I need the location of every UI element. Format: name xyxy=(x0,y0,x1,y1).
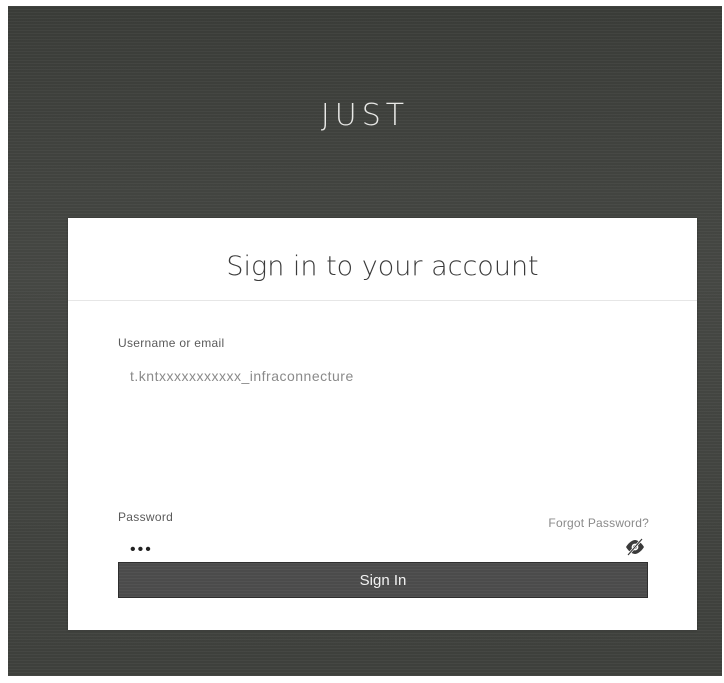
forgot-password-link[interactable]: Forgot Password? xyxy=(548,516,649,530)
password-input[interactable] xyxy=(118,536,648,564)
username-label: Username or email xyxy=(118,336,225,350)
eye-slash-icon xyxy=(626,538,644,556)
login-title: Sign in to your account xyxy=(226,250,539,282)
username-input[interactable] xyxy=(118,362,648,390)
sign-in-button[interactable]: Sign In xyxy=(118,562,648,598)
password-visibility-toggle[interactable] xyxy=(624,536,646,558)
brand-logo: JUST xyxy=(320,98,410,133)
username-field-group: Username or email xyxy=(118,336,648,390)
login-screen: JUST Sign in to your account Username or… xyxy=(8,6,722,676)
login-card: Sign in to your account Username or emai… xyxy=(68,218,697,630)
card-header: Sign in to your account xyxy=(68,218,697,301)
